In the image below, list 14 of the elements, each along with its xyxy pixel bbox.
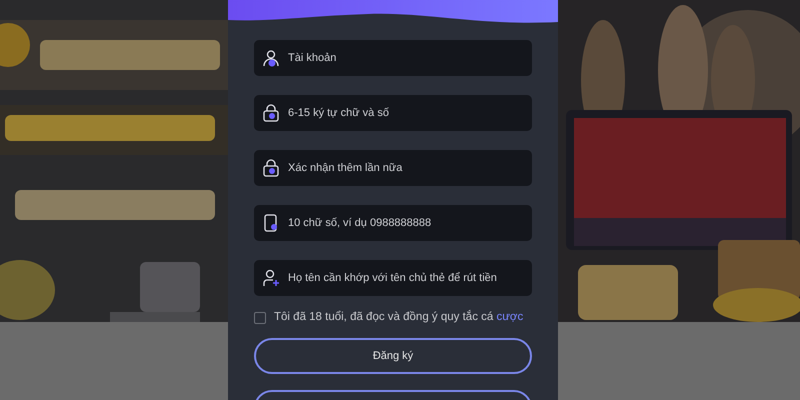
input-field[interactable]: Họ tên cần khớp với tên chủ thẻ để rút tiền — [254, 260, 532, 296]
agreement-text: Tôi đã 18 tuổi, đã đọc và đồng ý quy tắc cá cược — [274, 309, 524, 325]
input-field[interactable]: Tài khoản — [254, 40, 532, 76]
input-field[interactable]: 6-15 ký tự chữ và số — [254, 95, 532, 131]
phone-icon — [262, 214, 280, 232]
register-button[interactable]: Đăng ký — [254, 338, 532, 374]
terms-link[interactable]: cược — [496, 311, 524, 323]
lock-icon — [262, 159, 280, 177]
lock-icon — [262, 104, 280, 122]
input-field[interactable]: 10 chữ số, ví dụ 0988888888 — [254, 205, 532, 241]
input-field[interactable]: Xác nhận thêm lần nữa — [254, 150, 532, 186]
add-user-icon — [262, 269, 280, 287]
user-icon — [262, 49, 280, 67]
checkbox[interactable] — [254, 312, 266, 324]
